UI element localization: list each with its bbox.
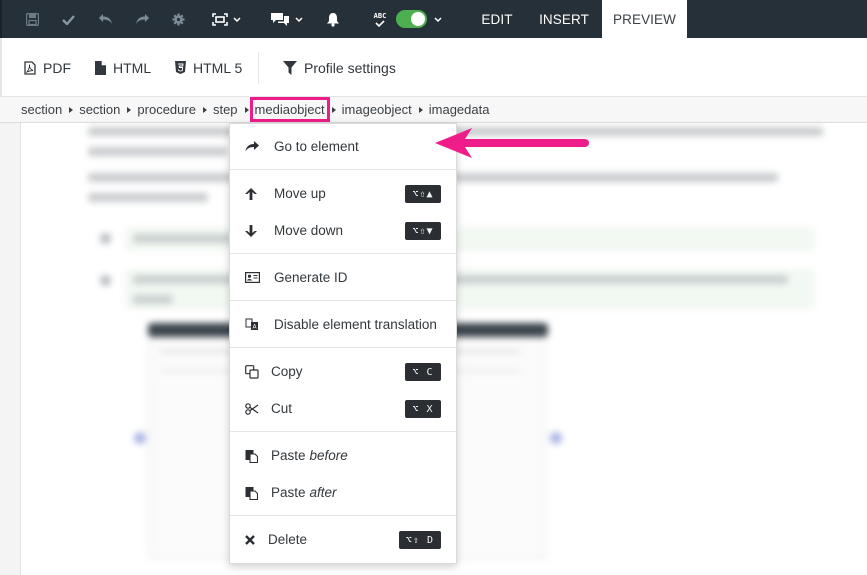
paste-icon <box>245 437 258 474</box>
menu-divider <box>230 300 456 301</box>
breadcrumb-item[interactable]: imageobject <box>342 102 412 117</box>
menu-divider <box>230 431 456 432</box>
annotation-arrow-icon <box>435 128 589 158</box>
menu-item-disable-translation[interactable]: A Disable element translation <box>230 306 456 343</box>
menu-item-label: Paste before <box>271 448 348 463</box>
gear-icon[interactable] <box>170 0 186 38</box>
menu-item-delete[interactable]: Delete ⌥⇧ D <box>230 521 456 558</box>
top-toolbar: ABC EDIT INSERT PREVIEW <box>0 0 867 39</box>
menu-item-label: Generate ID <box>274 270 348 285</box>
menu-item-label: Go to element <box>274 139 359 154</box>
menu-item-label: Copy <box>271 364 303 379</box>
menu-item-label: Disable element translation <box>274 317 437 332</box>
breadcrumb-item[interactable]: procedure <box>137 102 196 117</box>
html-button[interactable]: HTML <box>95 38 151 97</box>
copy-icon <box>245 353 259 390</box>
shortcut-badge: ⌥⇧▼ <box>405 222 441 240</box>
breadcrumb-item[interactable]: section <box>21 102 62 117</box>
scissors-icon <box>245 390 259 427</box>
paste-icon <box>245 474 258 511</box>
menu-item-paste-after[interactable]: Paste after <box>230 474 456 511</box>
context-menu: Go to element Move up ⌥⇧▲ Move down ⌥⇧▼ … <box>229 123 457 564</box>
shortcut-badge: ⌥ C <box>405 363 441 381</box>
breadcrumb-item-mediaobject[interactable]: mediaobject <box>249 97 330 122</box>
breadcrumb-separator-icon <box>331 106 336 113</box>
profile-settings-button[interactable]: Profile settings <box>283 38 396 97</box>
arrow-down-icon <box>245 212 257 249</box>
toolbar-divider <box>258 52 259 84</box>
id-card-icon <box>245 259 260 296</box>
save-icon[interactable] <box>24 0 40 38</box>
comments-dropdown[interactable] <box>268 0 304 38</box>
menu-item-paste-before[interactable]: Paste before <box>230 437 456 474</box>
menu-item-cut[interactable]: Cut ⌥ X <box>230 390 456 427</box>
menu-item-label: Move down <box>274 223 344 238</box>
breadcrumb-item[interactable]: section <box>79 102 120 117</box>
spellcheck-toggle[interactable] <box>396 10 427 28</box>
check-icon[interactable] <box>60 0 76 38</box>
undo-icon[interactable] <box>96 0 114 38</box>
breadcrumb-item[interactable]: step <box>213 102 238 117</box>
fullscreen-dropdown[interactable] <box>209 0 243 38</box>
shortcut-badge: ⌥ X <box>405 400 441 418</box>
redo-icon[interactable] <box>133 0 151 38</box>
filter-icon <box>283 60 297 75</box>
share-arrow-icon <box>245 128 259 165</box>
translate-icon: A <box>245 306 259 343</box>
preview-toolbar: PDF HTML HTML 5 Profile settings <box>0 38 867 97</box>
menu-divider <box>230 253 456 254</box>
chevron-down-icon <box>294 16 303 22</box>
shortcut-badge: ⌥⇧ D <box>398 531 441 549</box>
pdf-file-icon <box>24 60 36 75</box>
menu-item-move-up[interactable]: Move up ⌥⇧▲ <box>230 175 456 212</box>
file-icon <box>95 60 106 75</box>
breadcrumb: section section procedure step mediaobje… <box>0 97 867 123</box>
menu-item-label: Cut <box>271 401 293 416</box>
menu-divider <box>230 347 456 348</box>
document-gutter <box>0 123 21 575</box>
html5-label: HTML 5 <box>193 59 243 76</box>
breadcrumb-separator-icon <box>69 106 74 113</box>
menu-item-generate-id[interactable]: Generate ID <box>230 259 456 296</box>
menu-item-label: Move up <box>274 186 326 201</box>
html-label: HTML <box>113 59 152 76</box>
close-icon <box>245 521 255 558</box>
breadcrumb-separator-icon <box>418 106 423 113</box>
menu-item-label: Delete <box>268 532 308 547</box>
spellcheck-options-chevron-icon[interactable] <box>432 0 444 38</box>
breadcrumb-separator-icon <box>202 106 207 113</box>
menu-item-copy[interactable]: Copy ⌥ C <box>230 353 456 390</box>
app-window: ABC EDIT INSERT PREVIEW PDF HTML HTML 5 … <box>0 0 867 575</box>
toggle-knob <box>411 12 425 26</box>
html5-button[interactable]: HTML 5 <box>175 38 242 97</box>
menu-divider <box>230 515 456 516</box>
tab-insert[interactable]: INSERT <box>532 0 596 38</box>
spellcheck-icon[interactable]: ABC <box>372 0 388 38</box>
breadcrumb-separator-icon <box>244 106 249 113</box>
menu-item-go-to-element[interactable]: Go to element <box>230 128 456 165</box>
html5-icon <box>175 61 186 74</box>
menu-item-label: Paste after <box>271 485 337 500</box>
shortcut-badge: ⌥⇧▲ <box>405 185 441 203</box>
profile-settings-label: Profile settings <box>304 59 396 76</box>
breadcrumb-separator-icon <box>127 106 132 113</box>
pdf-label: PDF <box>43 59 71 76</box>
tab-edit[interactable]: EDIT <box>472 0 522 38</box>
pdf-button[interactable]: PDF <box>24 38 71 97</box>
menu-item-move-down[interactable]: Move down ⌥⇧▼ <box>230 212 456 249</box>
chevron-down-icon <box>232 16 241 22</box>
spellcheck-label: ABC <box>373 11 387 20</box>
fullscreen-icon <box>211 12 228 26</box>
breadcrumb-item[interactable]: imagedata <box>429 102 490 117</box>
arrow-up-icon <box>245 175 257 212</box>
tab-preview[interactable]: PREVIEW <box>602 0 687 39</box>
menu-divider <box>230 169 456 170</box>
comments-icon <box>270 12 290 27</box>
bell-icon[interactable] <box>325 0 341 38</box>
